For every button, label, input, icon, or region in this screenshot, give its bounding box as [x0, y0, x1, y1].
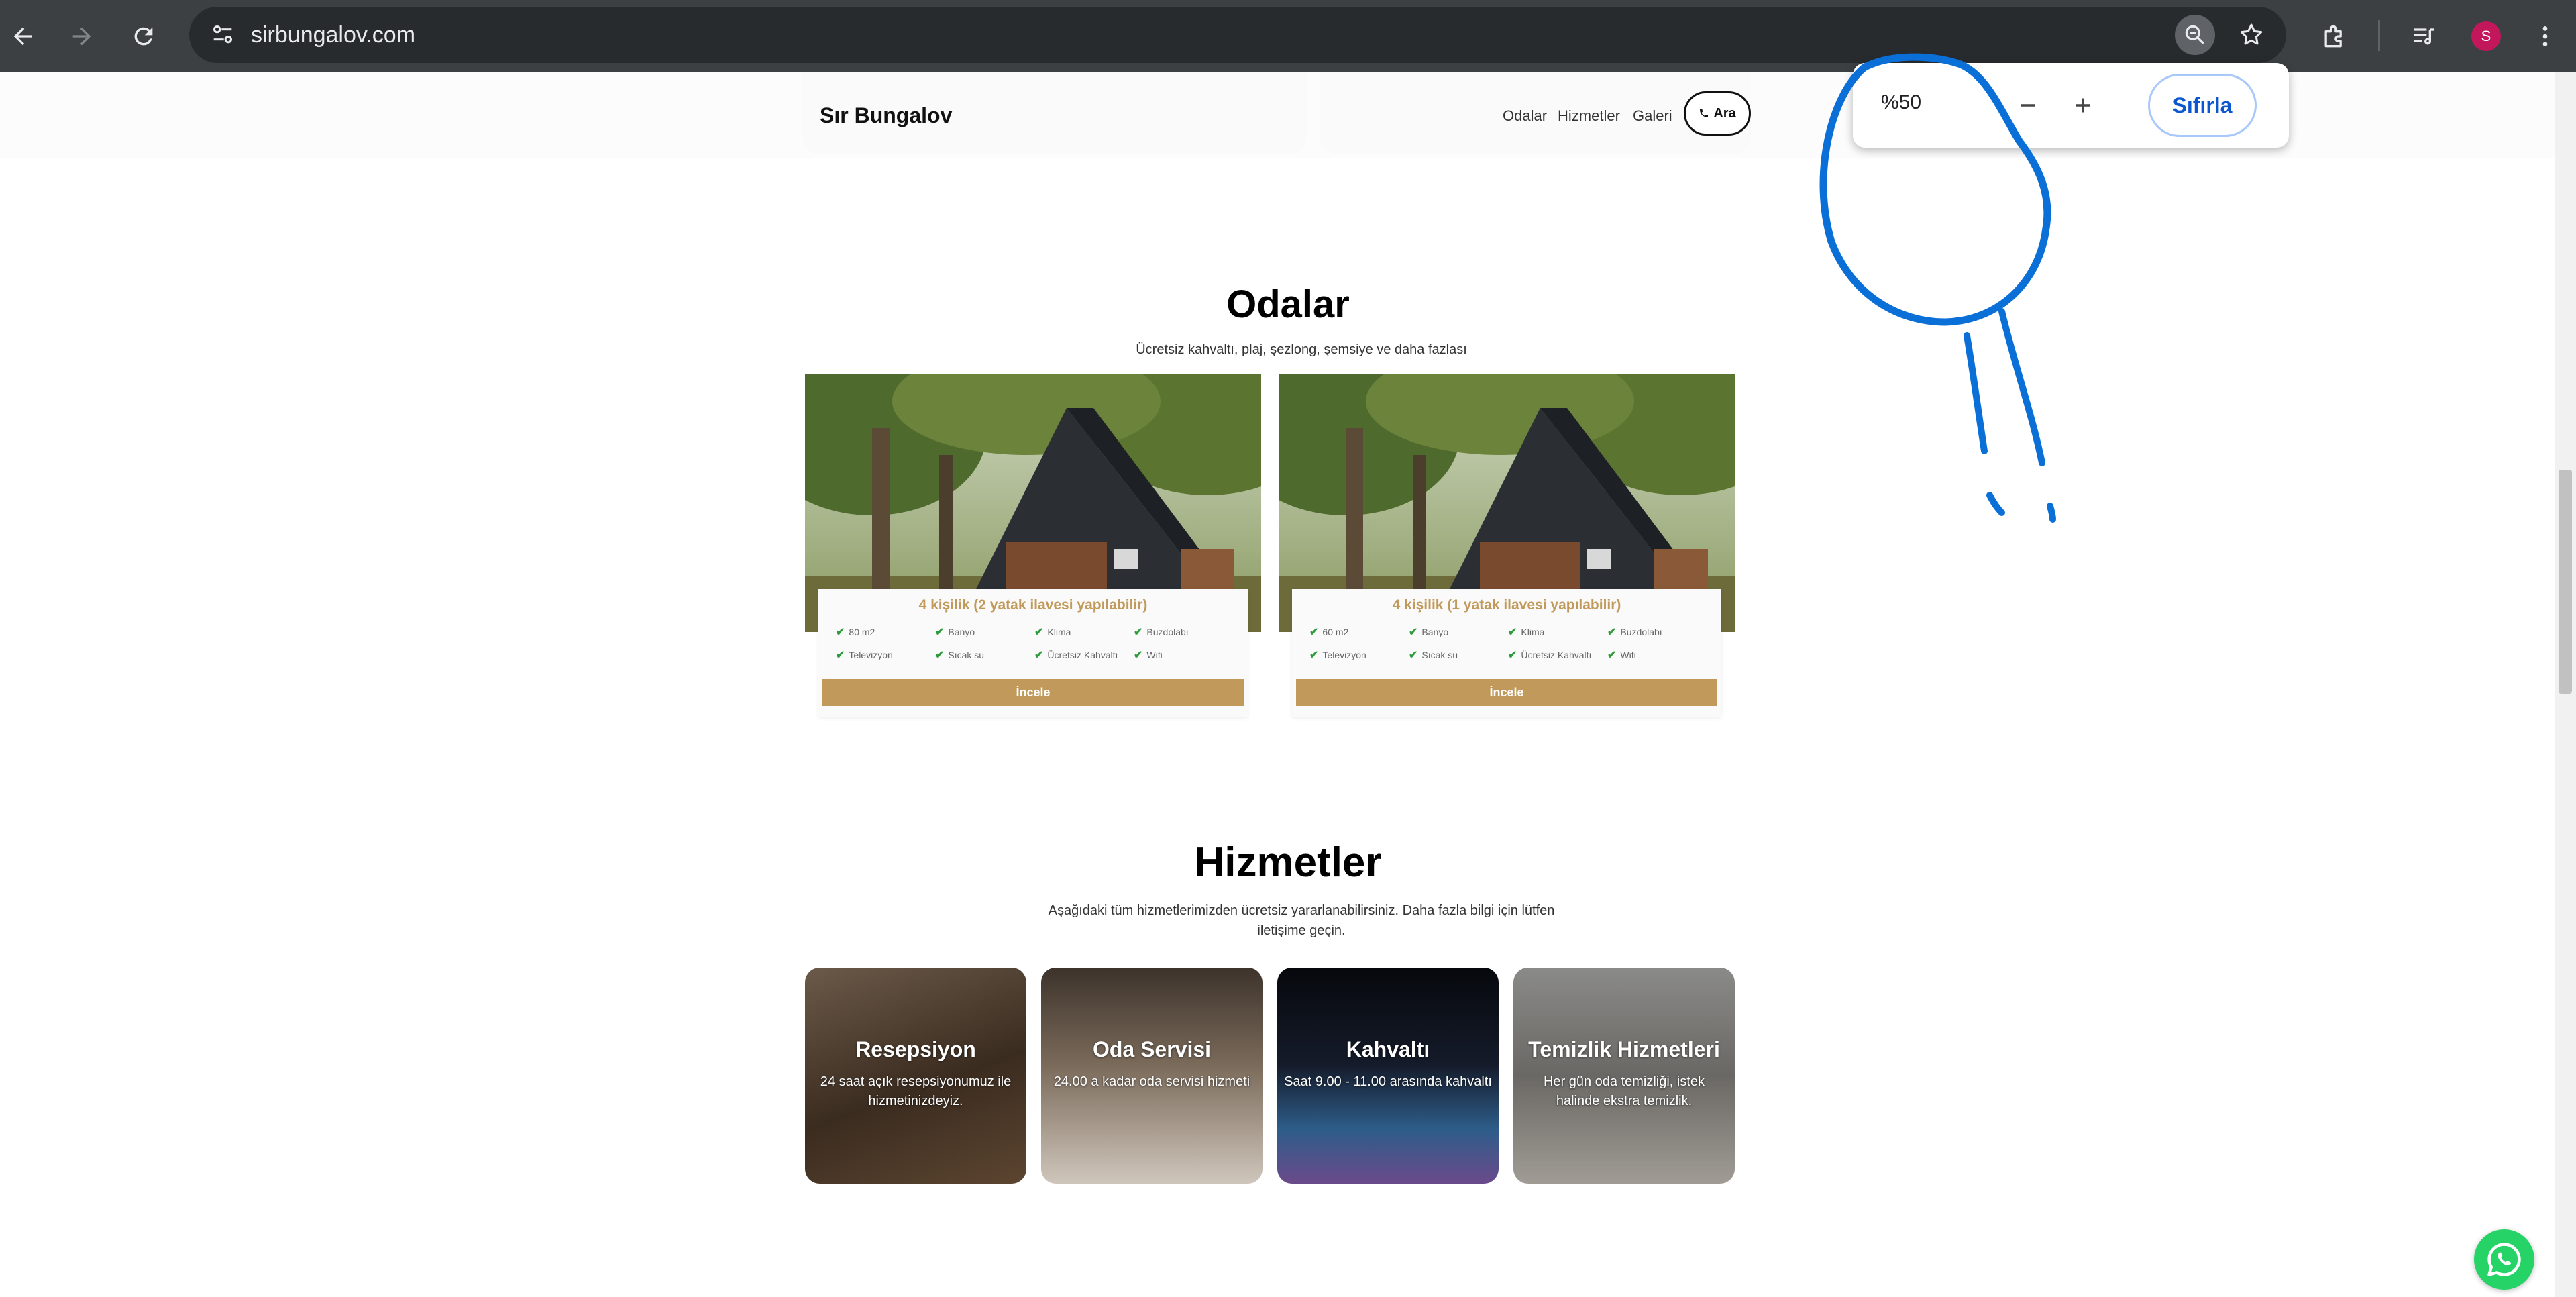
services-subtitle-line: Aşağıdaki tüm hizmetlerimizden ücretsiz …	[1048, 903, 1555, 918]
check-icon: ✔	[1508, 627, 1517, 638]
amenity-item: ✔ Ücretsiz Kahvaltı	[1508, 650, 1592, 661]
amenity-item: ✔ Klima	[1508, 627, 1545, 638]
amenity-item: ✔ Ücretsiz Kahvaltı	[1034, 650, 1118, 661]
service-title: Kahvaltı	[1346, 1037, 1430, 1061]
check-icon: ✔	[1309, 650, 1319, 661]
amenity-item: ✔ Sıcak su	[935, 650, 985, 661]
room-title: 4 kişilik (2 yatak ilavesi yapılabilir)	[918, 597, 1148, 613]
check-icon: ✔	[1134, 650, 1143, 661]
back-icon[interactable]	[3, 16, 43, 56]
profile-avatar[interactable]: S	[2471, 21, 2501, 51]
rooms-section-title: Odalar	[1226, 282, 1350, 326]
phone-icon	[1700, 109, 1709, 117]
service-title: Oda Servisi	[1092, 1037, 1212, 1061]
room-card: 4 kişilik (2 yatak ilavesi yapılabilir) …	[805, 374, 1261, 717]
amenity-item: ✔ 80 m2	[836, 627, 875, 638]
zoom-popup: %50 Sıfırla	[1853, 63, 2289, 148]
nav-link-services[interactable]: Hizmetler	[1558, 107, 1620, 125]
bookmark-star-icon[interactable]	[2231, 15, 2271, 55]
address-bar[interactable]: sirbungalov.com	[189, 7, 2286, 63]
check-icon: ✔	[1409, 627, 1418, 638]
services-section-title: Hizmetler	[1194, 839, 1382, 886]
browser-toolbar: sirbungalov.com S	[0, 0, 2576, 72]
zoom-in-button[interactable]	[2063, 86, 2102, 125]
amenity-item: ✔ 60 m2	[1309, 627, 1349, 638]
services-subtitle-line: iletişime geçin.	[1257, 923, 1346, 938]
room-info-panel: 4 kişilik (1 yatak ilavesi yapılabilir) …	[1292, 589, 1721, 717]
amenity-item: ✔ Banyo	[1409, 627, 1449, 638]
amenity-item: ✔ Buzdolabı	[1607, 627, 1662, 638]
extensions-icon[interactable]	[2314, 16, 2355, 56]
room-card: 4 kişilik (1 yatak ilavesi yapılabilir) …	[1279, 374, 1735, 717]
service-card-reception[interactable]: Resepsiyon 24 saat açık resepsiyonumuz i…	[805, 968, 1026, 1184]
check-icon: ✔	[1034, 650, 1044, 661]
check-icon: ✔	[1309, 627, 1319, 638]
amenity-item: ✔ Klima	[1034, 627, 1071, 638]
amenity-item: ✔ Wifi	[1134, 650, 1163, 661]
zoom-reset-button[interactable]: Sıfırla	[2148, 74, 2257, 137]
site-settings-icon[interactable]	[203, 15, 243, 55]
url-text[interactable]: sirbungalov.com	[251, 7, 415, 63]
call-button-label: Ara	[1713, 105, 1736, 121]
zoom-out-button[interactable]	[2008, 86, 2047, 125]
forward-icon[interactable]	[62, 16, 102, 56]
zoom-level-value: %50	[1881, 91, 1922, 113]
service-description: 24 saat açık resepsiyonumuz ile hizmetin…	[820, 1074, 1012, 1108]
service-description: Saat 9.00 - 11.00 arasında kahvaltı	[1284, 1074, 1492, 1089]
amenity-item: ✔ Sıcak su	[1409, 650, 1458, 661]
service-title: Resepsiyon	[855, 1037, 976, 1061]
check-icon: ✔	[935, 627, 945, 638]
service-title: Temizlik Hizmetleri	[1528, 1037, 1720, 1061]
amenity-item: ✔ Buzdolabı	[1134, 627, 1189, 638]
services-section-subtitle: Aşağıdaki tüm hizmetlerimizden ücretsiz …	[966, 900, 1637, 941]
check-icon: ✔	[1409, 650, 1418, 661]
check-icon: ✔	[1134, 627, 1143, 638]
service-card-room-service[interactable]: Oda Servisi 24.00 a kadar oda servisi hi…	[1041, 968, 1263, 1184]
zoom-icon[interactable]	[2175, 15, 2215, 55]
check-icon: ✔	[935, 650, 945, 661]
media-control-icon[interactable]	[2404, 16, 2445, 56]
room-details-button[interactable]: İncele	[822, 679, 1244, 706]
rooms-section-subtitle: Ücretsiz kahvaltı, plaj, şezlong, şemsiy…	[1136, 342, 1467, 357]
amenity-item: ✔ Televizyon	[836, 650, 893, 661]
check-icon: ✔	[1034, 627, 1044, 638]
room-title: 4 kişilik (1 yatak ilavesi yapılabilir)	[1392, 597, 1621, 613]
service-card-cleaning[interactable]: Temizlik Hizmetleri Her gün oda temizliğ…	[1513, 968, 1735, 1184]
amenity-item: ✔ Banyo	[935, 627, 975, 638]
web-page: Sır Bungalov Odalar Hizmetler Galeri Ara…	[0, 72, 2576, 1297]
whatsapp-icon[interactable]	[2474, 1229, 2534, 1290]
plus-icon	[2076, 98, 2090, 113]
amenity-item: ✔ Wifi	[1607, 650, 1636, 661]
site-brand[interactable]: Sır Bungalov	[820, 103, 952, 128]
amenities-list: ✔ 60 m2 ✔ Banyo ✔ Klima ✔ Buzdolabı ✔ Televiz…	[1309, 625, 1712, 662]
toolbar-divider	[2378, 20, 2380, 51]
room-details-button[interactable]: İncele	[1296, 679, 1717, 706]
amenities-list: ✔ 80 m2 ✔ Banyo ✔ Klima ✔ Buzdolabı ✔ Televiz…	[836, 625, 1238, 662]
check-icon: ✔	[1508, 650, 1517, 661]
call-button[interactable]: Ara	[1684, 91, 1751, 136]
check-icon: ✔	[1607, 650, 1617, 661]
room-info-panel: 4 kişilik (2 yatak ilavesi yapılabilir) …	[818, 589, 1248, 717]
service-description: Her gün oda temizliği, istek halinde eks…	[1543, 1074, 1705, 1108]
nav-link-gallery[interactable]: Galeri	[1633, 107, 1672, 125]
check-icon: ✔	[836, 650, 845, 661]
amenity-item: ✔ Televizyon	[1309, 650, 1366, 661]
reload-icon[interactable]	[123, 16, 164, 56]
nav-link-rooms[interactable]: Odalar	[1503, 107, 1547, 125]
service-card-breakfast[interactable]: Kahvaltı Saat 9.00 - 11.00 arasında kahv…	[1277, 968, 1499, 1184]
minus-icon	[2021, 104, 2035, 107]
scrollbar-thumb[interactable]	[2559, 470, 2572, 694]
more-menu-icon[interactable]	[2525, 16, 2565, 56]
check-icon: ✔	[836, 627, 845, 638]
check-icon: ✔	[1607, 627, 1617, 638]
service-description: 24.00 a kadar oda servisi hizmeti	[1053, 1074, 1250, 1089]
